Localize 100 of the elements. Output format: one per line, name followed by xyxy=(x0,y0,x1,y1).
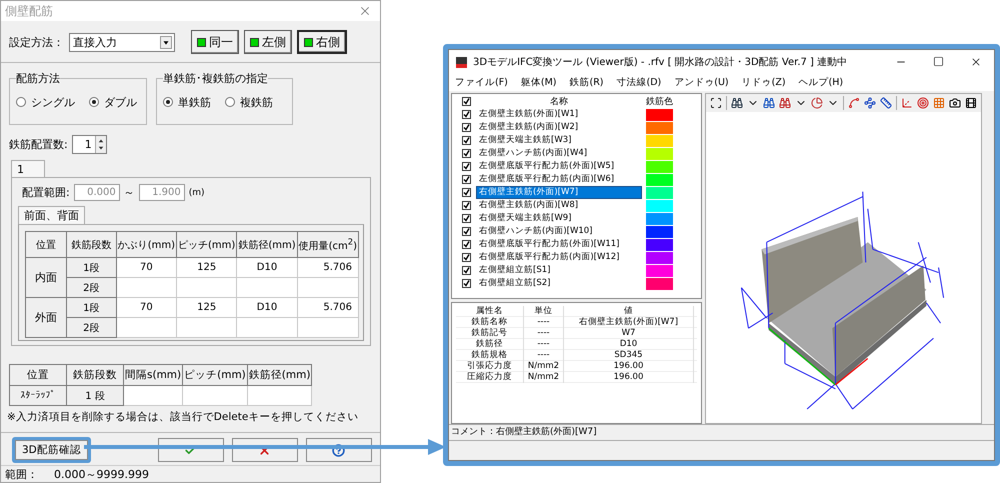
table-cell[interactable] xyxy=(176,318,237,338)
binoculars-icon[interactable] xyxy=(731,97,743,109)
tier-cell: 1段 xyxy=(66,258,116,278)
menu-item[interactable]: リドゥ(Z) xyxy=(742,76,786,89)
checkbox[interactable] xyxy=(462,175,470,184)
tab[interactable]: 前面、背面 xyxy=(18,206,85,224)
close-icon[interactable] xyxy=(970,56,982,68)
table-cell[interactable] xyxy=(124,386,183,406)
tab[interactable]: 1 xyxy=(11,160,45,178)
side-button[interactable]: 同一 xyxy=(191,30,239,54)
checkbox[interactable] xyxy=(462,201,470,210)
group-title: 単鉄筋･複鉄筋の指定 xyxy=(163,71,268,86)
axis-icon[interactable] xyxy=(901,97,913,109)
column-header: ピッチ(mm) xyxy=(182,364,248,386)
checkbox[interactable] xyxy=(462,136,470,145)
spline-icon[interactable] xyxy=(848,97,860,109)
fit-view-icon[interactable] xyxy=(710,97,722,109)
table-cell[interactable]: 5.706 xyxy=(297,258,358,278)
list-item[interactable]: 左側壁ハンチ筋(内面)[W4] xyxy=(476,147,642,160)
radio-button[interactable] xyxy=(163,97,173,108)
table-cell[interactable] xyxy=(176,278,237,298)
binoculars-icon[interactable] xyxy=(763,97,775,109)
table-cell[interactable]: 125 xyxy=(176,298,237,318)
list-item[interactable]: 右側壁組立筋[S2] xyxy=(476,277,642,290)
checkbox[interactable] xyxy=(462,227,470,236)
waypoints-icon[interactable] xyxy=(864,97,876,109)
side-button[interactable]: 左側 xyxy=(244,30,292,54)
radio-button[interactable] xyxy=(89,97,99,108)
table-cell[interactable] xyxy=(236,318,298,338)
status-label: 範囲： xyxy=(5,466,38,482)
grid-icon[interactable] xyxy=(933,97,945,109)
table-cell[interactable] xyxy=(297,318,358,338)
list-item[interactable]: 右側壁主鉄筋(内面)[W8] xyxy=(476,199,642,212)
table-cell[interactable]: 70 xyxy=(116,298,177,318)
count-spinner[interactable]: 1 xyxy=(72,135,107,154)
checkbox[interactable] xyxy=(462,149,470,158)
table-cell[interactable] xyxy=(182,386,248,406)
table-cell[interactable] xyxy=(116,278,177,298)
side-button[interactable]: 右側 xyxy=(297,30,347,54)
menu-item[interactable]: 寸法線(D) xyxy=(616,76,662,89)
radio-button[interactable] xyxy=(225,97,235,108)
table-cell[interactable] xyxy=(236,278,298,298)
checkbox[interactable] xyxy=(462,266,470,275)
table-cell[interactable] xyxy=(247,386,312,406)
table-cell[interactable]: D10 xyxy=(236,298,298,318)
checkbox[interactable] xyxy=(462,188,470,197)
list-item[interactable]: 左側壁主鉄筋(内面)[W2] xyxy=(476,121,642,134)
menu-item[interactable]: アンドゥ(U) xyxy=(674,76,729,89)
list-item[interactable]: 左側壁天端主鉄筋[W3] xyxy=(476,134,642,147)
camera-icon[interactable] xyxy=(949,97,961,109)
unit-label: (m) xyxy=(188,188,205,198)
radio-option[interactable]: 単鉄筋 xyxy=(163,94,211,110)
list-item[interactable]: 左側壁底版平行配力筋(外面)[W5] xyxy=(476,160,642,173)
help-icon xyxy=(332,444,346,457)
column-header: 鉄筋段数 xyxy=(66,232,116,258)
range-start-field[interactable]: 0.000 xyxy=(74,184,120,202)
range-end-field[interactable]: 1.900 xyxy=(138,184,185,202)
checkbox[interactable] xyxy=(462,123,470,132)
menu-item[interactable]: 躯体(M) xyxy=(520,76,556,89)
method-select[interactable]: 直接入力 xyxy=(69,32,175,52)
menu-item[interactable]: ファイル(F) xyxy=(455,76,508,89)
group-title: 配筋方法 xyxy=(16,71,60,86)
list-item[interactable]: 右側壁天端主鉄筋[W9] xyxy=(476,212,642,225)
list-item[interactable]: 左側壁底版平行配力筋(内面)[W6] xyxy=(476,173,642,186)
column-header: かぶり(mm) xyxy=(116,232,177,258)
list-item[interactable]: 右側壁主鉄筋(外面)[W7] xyxy=(476,186,642,199)
checkbox[interactable] xyxy=(462,279,470,288)
menu-item[interactable]: 鉄筋(R) xyxy=(570,76,604,89)
radio-option[interactable]: ダブル xyxy=(89,94,137,110)
radio-button[interactable] xyxy=(16,97,26,108)
table-cell[interactable]: 5.706 xyxy=(297,298,358,318)
checkbox[interactable] xyxy=(462,97,470,106)
column-header: 鉄筋径(mm) xyxy=(236,232,298,258)
menu-item[interactable]: ヘルプ(H) xyxy=(798,76,844,89)
list-item[interactable]: 右側壁ハンチ筋(内面)[W10] xyxy=(476,225,642,238)
checkbox[interactable] xyxy=(462,214,470,223)
pie-chart-icon[interactable] xyxy=(811,97,823,109)
binoculars-icon[interactable] xyxy=(779,97,791,109)
film-icon[interactable] xyxy=(965,97,977,109)
checkbox[interactable] xyxy=(462,110,470,119)
count-label: 鉄筋配置数: xyxy=(9,137,68,152)
list-item[interactable]: 右側壁底版平行配力筋(内面)[W12] xyxy=(476,251,642,264)
table-cell[interactable] xyxy=(297,278,358,298)
radio-option[interactable]: シングル xyxy=(16,94,75,110)
table-cell[interactable]: D10 xyxy=(236,258,298,278)
table-cell: D10 xyxy=(564,339,694,350)
list-item[interactable]: 右側壁底版平行配力筋(外面)[W11] xyxy=(476,238,642,251)
3d-check-button[interactable]: 3D配筋確認 xyxy=(15,440,88,460)
target-icon[interactable] xyxy=(917,97,929,109)
checkbox[interactable] xyxy=(462,162,470,171)
radio-option[interactable]: 複鉄筋 xyxy=(225,94,273,110)
list-item[interactable]: 左側壁主鉄筋(外面)[W1] xyxy=(476,108,642,121)
list-item[interactable]: 左側壁組立筋[S1] xyxy=(476,264,642,277)
table-cell[interactable]: 70 xyxy=(116,258,177,278)
table-cell[interactable]: 125 xyxy=(176,258,237,278)
checkbox[interactable] xyxy=(462,240,470,249)
maximize-icon[interactable] xyxy=(933,56,944,67)
table-cell[interactable] xyxy=(116,318,177,338)
checkbox[interactable] xyxy=(462,253,470,262)
ruler-icon[interactable] xyxy=(880,97,892,109)
